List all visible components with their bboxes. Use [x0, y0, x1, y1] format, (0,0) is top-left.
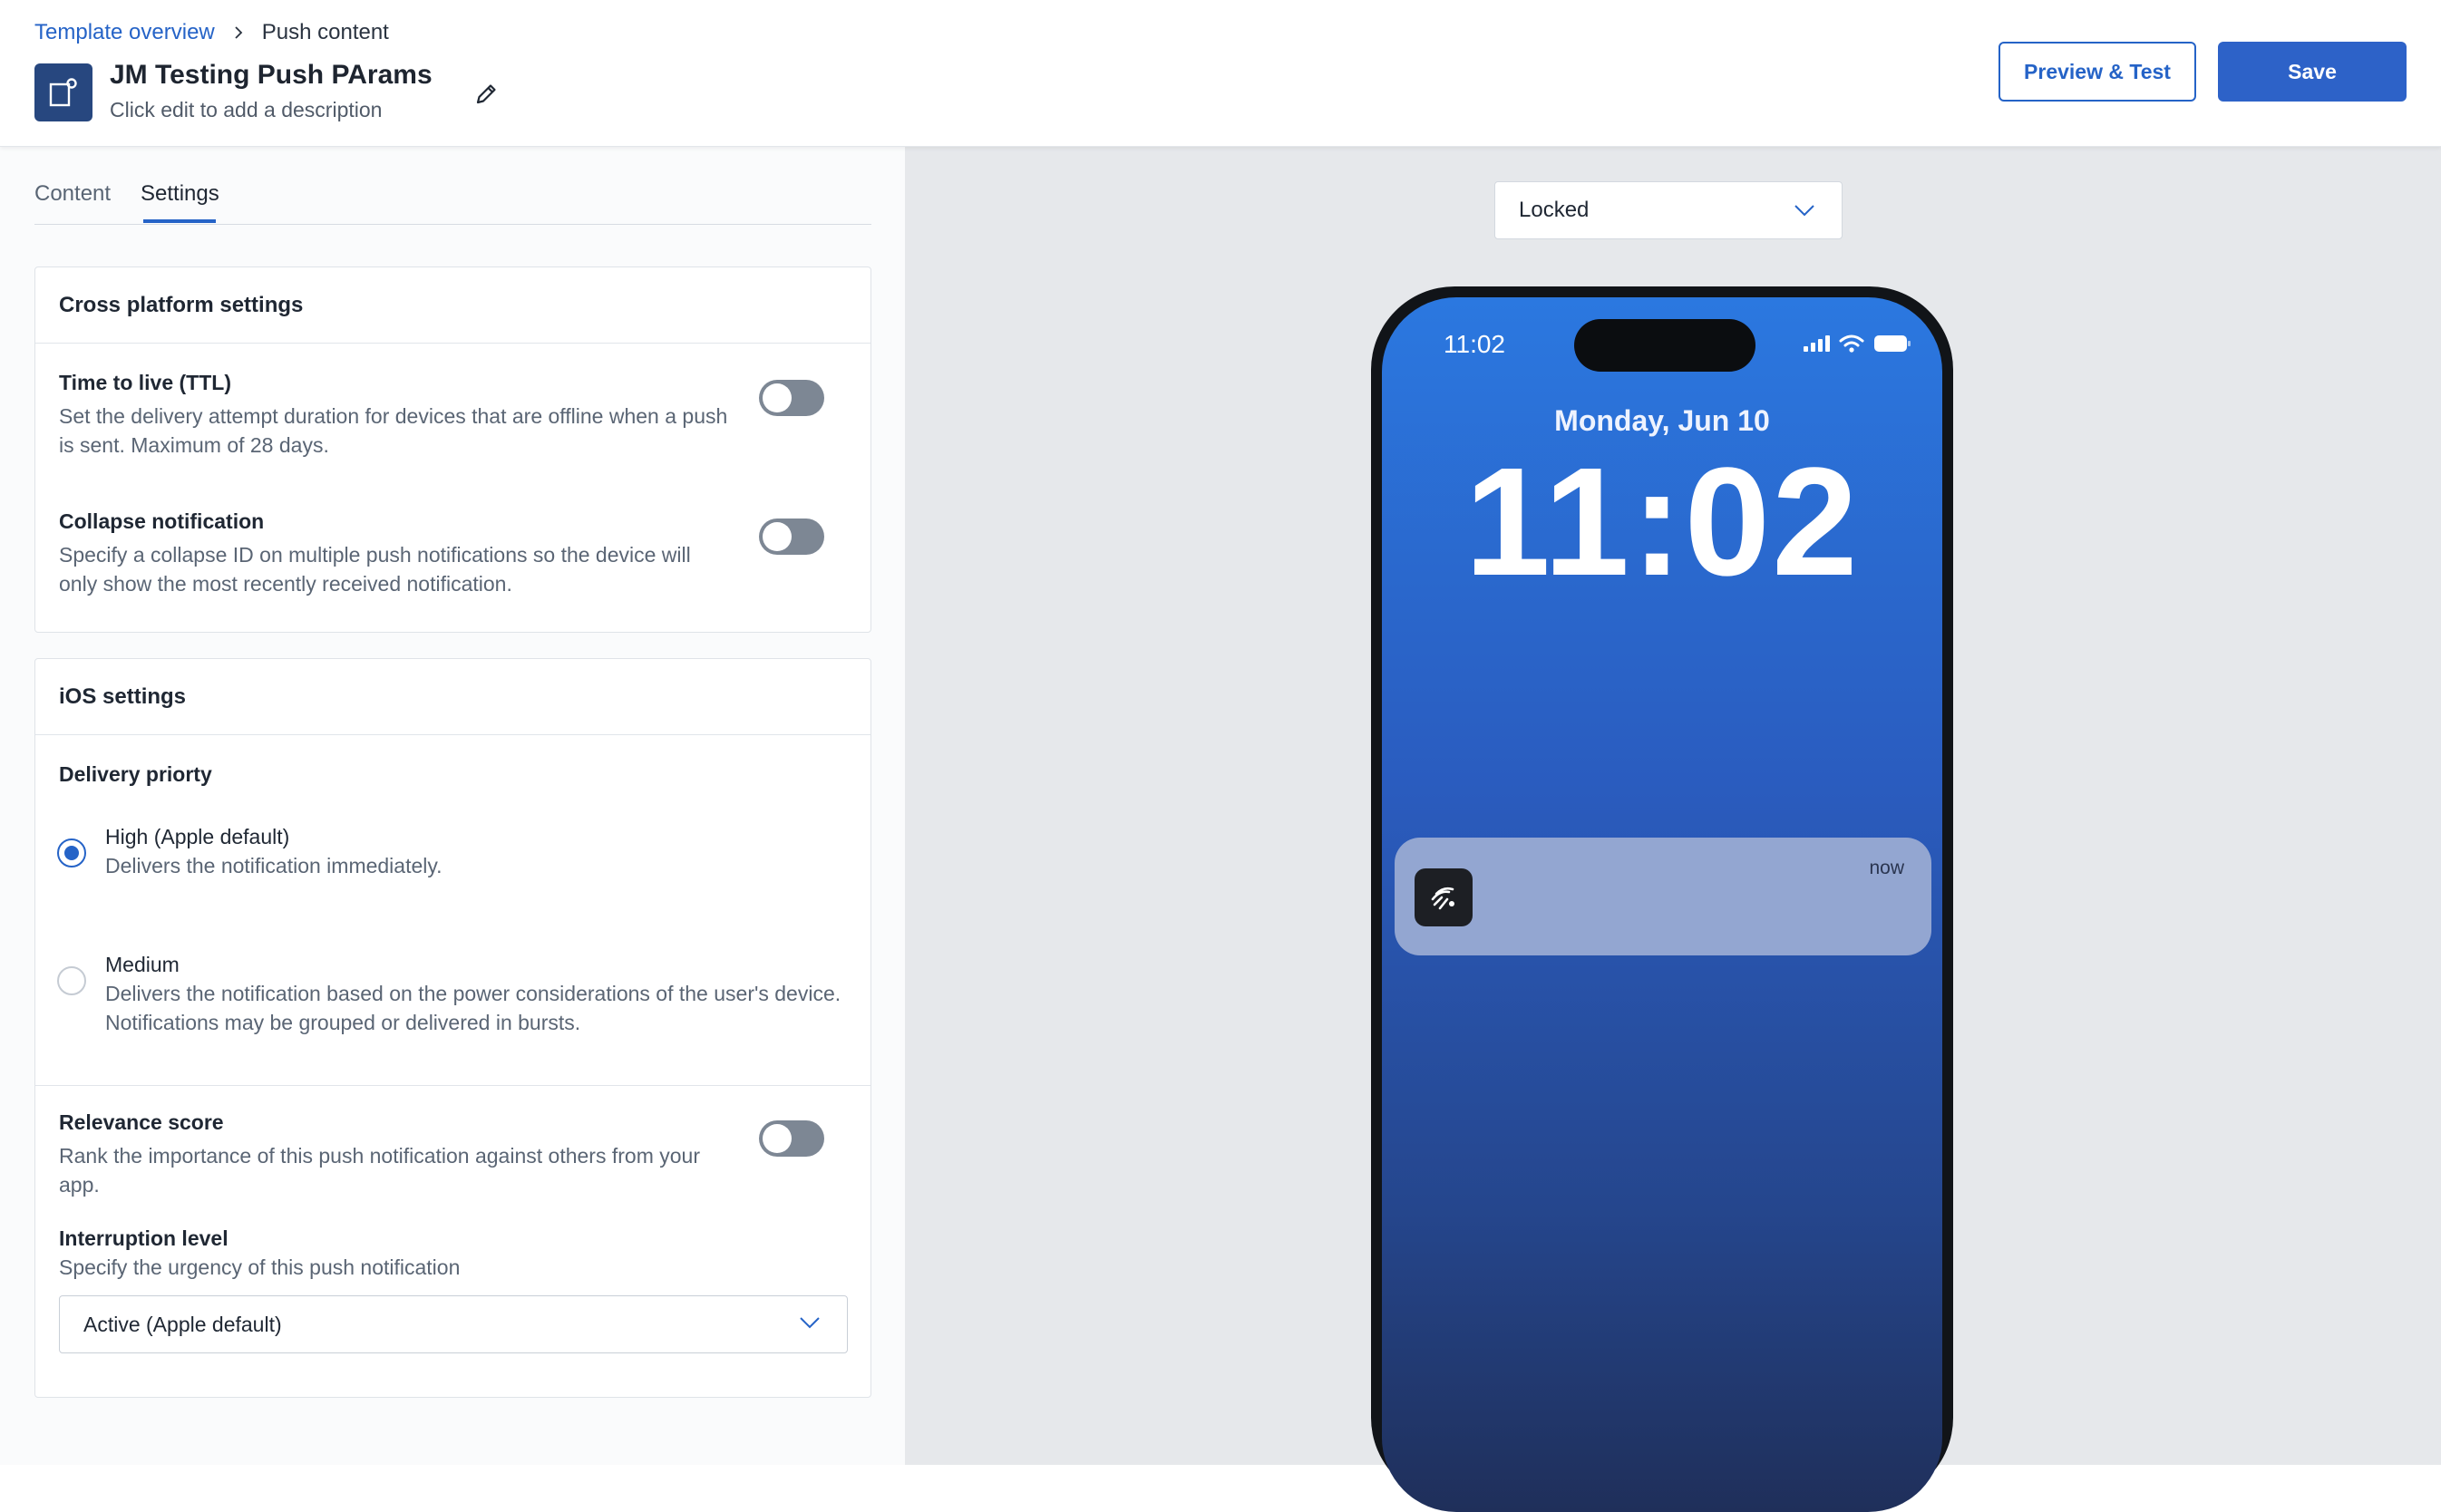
page-description: Click edit to add a description: [110, 98, 383, 121]
divider: [35, 1085, 870, 1086]
interruption-description: Specify the urgency of this push notific…: [59, 1255, 461, 1279]
relevance-description: Rank the importance of this push notific…: [59, 1144, 700, 1197]
tab-bar: Content Settings: [34, 160, 871, 225]
page-header: Template overview Push content JM Testin…: [0, 0, 2441, 147]
device-state-select[interactable]: Locked: [1494, 181, 1843, 239]
dynamic-island: [1574, 319, 1755, 372]
relevance-title: Relevance score: [59, 1110, 224, 1134]
preview-pane: Locked 11:02 Monday, Jun 10 11:02 now: [905, 147, 2441, 1512]
page-title: JM Testing Push PArams: [110, 60, 433, 90]
save-button[interactable]: Save: [2218, 42, 2407, 102]
active-tab-indicator: [143, 219, 216, 223]
chevron-down-icon: [800, 1317, 820, 1329]
app-icon: [1415, 868, 1473, 926]
notification-time: now: [1869, 858, 1904, 878]
delivery-priority-title: Delivery priorty: [59, 762, 212, 786]
priority-high-label: High (Apple default): [105, 825, 290, 848]
cross-platform-card: Cross platform settings Time to live (TT…: [34, 267, 871, 633]
collapse-toggle[interactable]: [759, 519, 824, 555]
relevance-toggle[interactable]: [759, 1120, 824, 1157]
interruption-title: Interruption level: [59, 1226, 229, 1250]
priority-high-description: Delivers the notification immediately.: [105, 854, 442, 877]
battery-icon: [1874, 335, 1911, 352]
push-notification-card: now: [1395, 838, 1931, 955]
ios-settings-heading: iOS settings: [35, 659, 870, 735]
phone-mockup: 11:02 Monday, Jun 10 11:02 now: [1371, 286, 1953, 1512]
settings-panel: Content Settings Cross platform settings…: [0, 147, 905, 1465]
edit-pencil-icon[interactable]: [470, 78, 502, 111]
breadcrumb: Template overview Push content: [34, 20, 389, 45]
collapse-description: Specify a collapse ID on multiple push n…: [59, 543, 691, 596]
status-bar-time: 11:02: [1444, 330, 1505, 358]
priority-medium-radio[interactable]: [57, 966, 86, 995]
priority-medium-label: Medium: [105, 953, 180, 976]
ios-settings-card: iOS settings Delivery priorty High (Appl…: [34, 658, 871, 1398]
lock-screen: 11:02 Monday, Jun 10 11:02 now: [1382, 297, 1942, 1512]
signal-icon: [1804, 335, 1830, 352]
breadcrumb-current: Push content: [261, 20, 389, 44]
push-template-icon: [34, 63, 92, 121]
status-bar-icons: [1803, 334, 1911, 354]
lock-screen-clock: 11:02: [1464, 436, 1860, 608]
collapse-title: Collapse notification: [59, 509, 265, 533]
device-state-value: Locked: [1519, 198, 1590, 222]
ttl-title: Time to live (TTL): [59, 371, 231, 394]
interruption-level-value: Active (Apple default): [83, 1312, 282, 1336]
wifi-icon: [1839, 334, 1864, 353]
breadcrumb-template-overview-link[interactable]: Template overview: [34, 20, 215, 45]
tab-content[interactable]: Content: [34, 181, 111, 207]
preview-test-button[interactable]: Preview & Test: [1999, 42, 2196, 102]
tab-settings[interactable]: Settings: [141, 181, 219, 207]
priority-high-radio[interactable]: [57, 838, 86, 867]
chevron-down-icon: [1794, 205, 1814, 217]
chevron-right-icon: [235, 26, 243, 39]
ttl-toggle[interactable]: [759, 380, 824, 416]
ttl-description: Set the delivery attempt duration for de…: [59, 404, 728, 457]
cross-platform-heading: Cross platform settings: [35, 267, 870, 344]
interruption-level-select[interactable]: Active (Apple default): [59, 1295, 848, 1353]
priority-medium-description: Delivers the notification based on the p…: [105, 982, 841, 1034]
